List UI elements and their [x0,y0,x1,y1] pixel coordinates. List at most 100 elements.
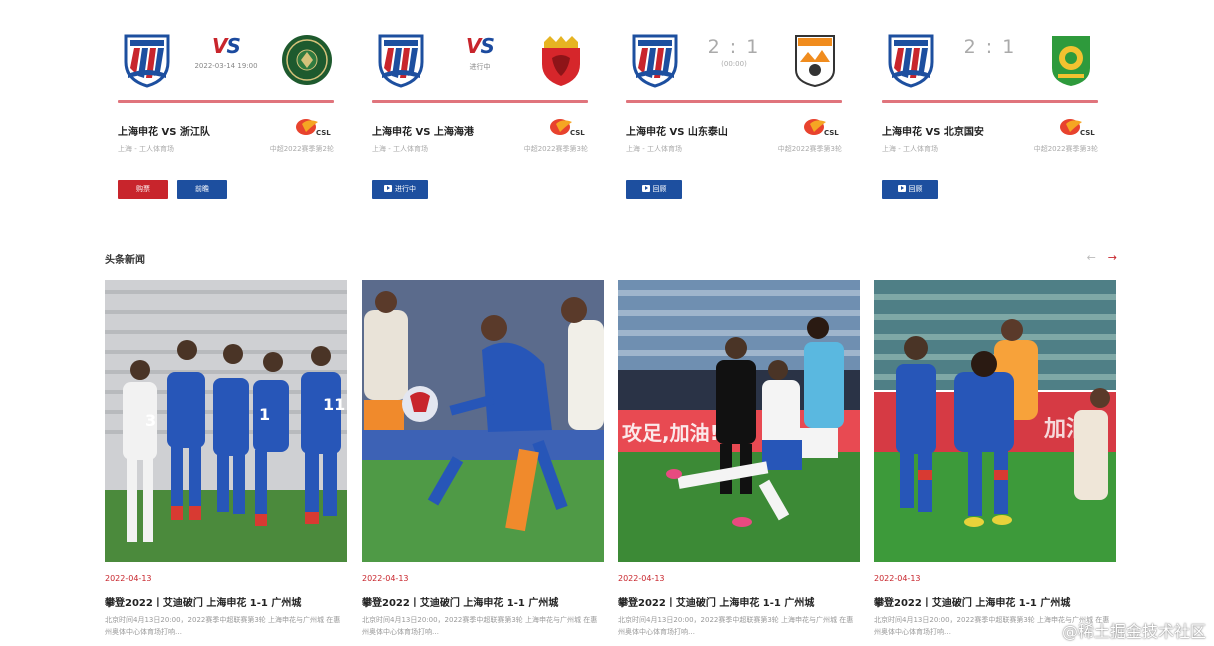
match-round: 中超2022赛季第3轮 [523,145,588,153]
match-title: 上海申花 VS 北京国安 [882,127,984,138]
news-photo[interactable]: 攻足,加油! [618,280,860,562]
match-score: 2 : 1 [707,36,761,58]
match-teams: VS 2022-03-14 19:00 [118,28,334,94]
news-headline[interactable]: 攀登2022丨艾迪破门 上海申花 1-1 广州城 [362,594,604,609]
news-date: 2022-04-13 [618,574,665,583]
news-card[interactable]: 2022-04-13 攀登2022丨艾迪破门 上海申花 1-1 广州城 北京时间… [362,280,604,636]
preview-button[interactable]: 前瞻 [177,180,227,199]
news-date: 2022-04-13 [105,574,152,583]
shenhua-crest-icon [378,34,424,88]
news-section-title: 头条新闻 [105,255,145,266]
news-headline[interactable]: 攀登2022丨艾迪破门 上海申花 1-1 广州城 [618,594,860,609]
match-card[interactable]: 2 : 1 上海申花 VS 北京国安 CSL 上海 - 工人体育场 中超2022… [882,28,1098,208]
news-pager: ← → [1075,248,1117,268]
news-card[interactable]: 攻足,加油! 2022-04-13 攀登2022丨艾迪破门 上海申花 1-1 广… [618,280,860,636]
match-title: 上海申花 VS 上海海港 [372,127,474,138]
match-status: 进行中 [469,63,491,71]
match-card[interactable]: VS 进行中 上海申花 VS 上海海港 CSL 上海 - 工人体育场 中超202… [372,28,588,208]
svg-text:CSL: CSL [824,129,839,137]
match-score: 2 : 1 [963,36,1017,58]
match-round: 中超2022赛季第2轮 [269,145,334,153]
match-actions: 进行中 [372,180,437,200]
live-label: 进行中 [395,185,416,193]
news-summary: 北京时间4月13日20:00，2022赛季中超联赛第3轮 上海申花与广州城 在惠… [105,616,341,636]
match-title-row: 上海申花 VS 山东泰山 CSL [626,119,842,138]
match-center: 2 : 1 (00:00) [690,36,778,68]
match-card[interactable]: 2 : 1 (00:00) 上海申花 VS 山东泰山 CSL 上海 - 工人体育… [626,28,842,208]
match-round: 中超2022赛季第3轮 [777,145,842,153]
review-label: 回顾 [908,185,923,193]
match-title-row: 上海申花 VS 上海海港 CSL [372,119,588,138]
match-meta: 上海 - 工人体育场 中超2022赛季第3轮 [372,144,588,154]
svg-text:11: 11 [323,395,345,414]
play-icon [897,185,906,192]
news-photo[interactable]: 3 11 1 [105,280,347,562]
csl-logo-icon: CSL [804,119,839,137]
match-actions: 回顾 [626,180,691,200]
svg-text:CSL: CSL [1080,129,1095,137]
match-teams: 2 : 1 (00:00) [626,28,842,94]
live-button[interactable]: 进行中 [372,180,428,199]
match-venue: 上海 - 工人体育场 [626,145,682,153]
play-icon [384,185,392,192]
match-venue: 上海 - 工人体育场 [118,145,174,153]
arrow-right-icon[interactable]: → [1108,248,1117,268]
match-title: 上海申花 VS 浙江队 [118,127,210,138]
news-date: 2022-04-13 [362,574,409,583]
match-venue: 上海 - 工人体育场 [882,145,938,153]
match-meta: 上海 - 工人体育场 中超2022赛季第2轮 [118,144,334,154]
news-headline[interactable]: 攀登2022丨艾迪破门 上海申花 1-1 广州城 [874,594,1116,609]
match-list: VS 2022-03-14 19:00 上海申花 VS 浙江队 CSL 上海 -… [118,28,1098,208]
shenhua-crest-icon [888,34,934,88]
vs-label: VS [466,34,495,58]
zhejiang-crest-icon [282,35,332,85]
match-round: 中超2022赛季第3轮 [1033,145,1098,153]
svg-text:攻足,加油!: 攻足,加油! [622,421,719,445]
match-title-row: 上海申花 VS 浙江队 CSL [118,119,334,138]
match-divider [372,100,588,103]
match-score-detail: (00:00) [721,60,747,68]
match-divider [118,100,334,103]
taishan-crest-icon [795,35,835,88]
match-meta: 上海 - 工人体育场 中超2022赛季第3轮 [882,144,1098,154]
review-button[interactable]: 回顾 [626,180,682,199]
news-card[interactable]: 加油 2022-04-13 攀登2022丨艾迪破门 上海申花 1-1 广州城 北… [874,280,1116,636]
csl-logo-icon: CSL [1060,119,1095,137]
news-header: 头条新闻 ← → [105,248,1117,268]
news-headline[interactable]: 攀登2022丨艾迪破门 上海申花 1-1 广州城 [105,594,347,609]
match-title-row: 上海申花 VS 北京国安 CSL [882,119,1098,138]
match-divider [882,100,1098,103]
csl-logo-icon: CSL [550,119,585,137]
csl-logo-icon: CSL [296,119,331,137]
shenhua-crest-icon [632,34,678,88]
news-photo[interactable] [362,280,604,562]
match-center: VS 进行中 [436,36,524,72]
news-summary: 北京时间4月13日20:00，2022赛季中超联赛第3轮 上海申花与广州城 在惠… [362,616,598,636]
match-actions: 回顾 [882,180,947,200]
news-date: 2022-04-13 [874,574,921,583]
match-meta: 上海 - 工人体育场 中超2022赛季第3轮 [626,144,842,154]
match-teams: 2 : 1 [882,28,1098,94]
arrow-left-icon[interactable]: ← [1087,248,1096,268]
shenhua-crest-icon [124,34,170,88]
match-venue: 上海 - 工人体育场 [372,145,428,153]
news-card[interactable]: 3 11 1 2022-04-13 攀登2022丨艾迪破门 上海申花 1-1 广州城… [105,280,347,636]
page: VS 2022-03-14 19:00 上海申花 VS 浙江队 CSL 上海 -… [0,0,1214,646]
svg-text:3: 3 [145,411,156,430]
buy-ticket-button[interactable]: 购票 [118,180,168,199]
match-actions: 购票 前瞻 [118,180,236,200]
haigang-crest-icon [542,36,580,86]
play-icon [641,185,650,192]
news-summary: 北京时间4月13日20:00，2022赛季中超联赛第3轮 上海申花与广州城 在惠… [618,616,854,636]
match-center: 2 : 1 [946,36,1034,58]
svg-text:CSL: CSL [316,129,331,137]
news-photo[interactable]: 加油 [874,280,1116,562]
review-button[interactable]: 回顾 [882,180,938,199]
watermark: @稀土掘金技术社区 [1061,622,1206,641]
guoan-crest-icon [1052,36,1090,86]
match-center: VS 2022-03-14 19:00 [182,36,270,70]
svg-text:CSL: CSL [570,129,585,137]
match-teams: VS 进行中 [372,28,588,94]
match-card[interactable]: VS 2022-03-14 19:00 上海申花 VS 浙江队 CSL 上海 -… [118,28,334,208]
review-label: 回顾 [652,185,667,193]
